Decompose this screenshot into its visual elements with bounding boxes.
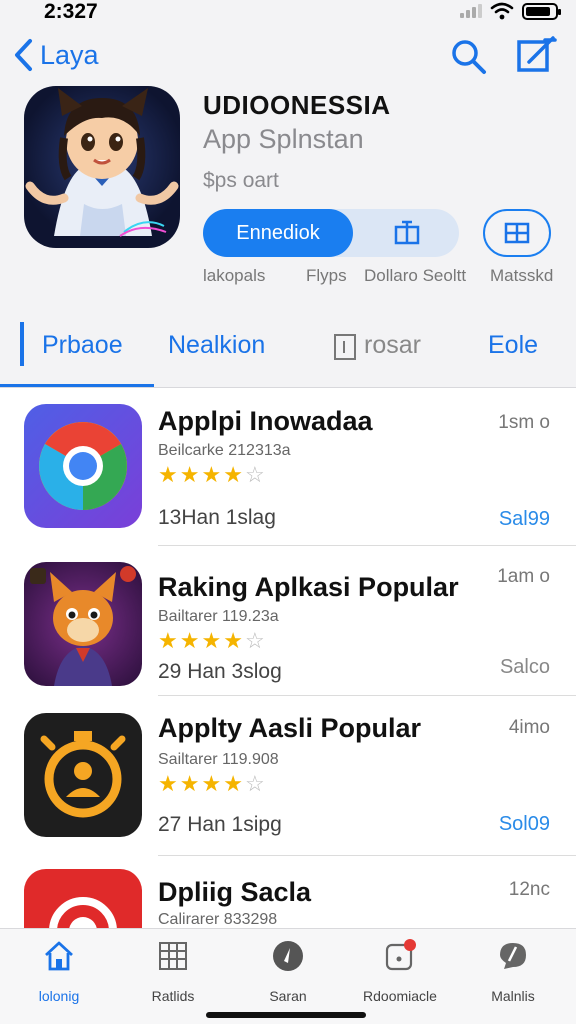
tab-nealkion[interactable]: Nealkion bbox=[168, 331, 265, 360]
item-footer: 29 Han 3slog bbox=[158, 660, 282, 683]
app-title: UDIOONESSIA bbox=[203, 90, 391, 120]
grid-button[interactable] bbox=[483, 209, 551, 257]
status-time: 2:327 bbox=[44, 0, 98, 23]
signal-icon bbox=[460, 4, 482, 18]
home-indicator bbox=[206, 1012, 366, 1018]
tabbar-label: Rdoomiacle bbox=[363, 988, 437, 1004]
tab-prbaoe[interactable]: Prbaoe bbox=[42, 331, 123, 360]
item-subtitle: Bailtarer 119.23a bbox=[158, 608, 279, 625]
home-icon bbox=[45, 941, 73, 971]
tabbar-item-messages[interactable]: Malnlis bbox=[458, 939, 568, 1004]
meta-label-1: lakopals bbox=[203, 266, 266, 285]
tabbar-item-notifications[interactable]: Rdoomiacle bbox=[345, 939, 455, 1004]
red-app-icon bbox=[24, 869, 142, 929]
battery-icon bbox=[522, 2, 561, 20]
item-time: 1am o bbox=[497, 566, 550, 587]
item-action-button[interactable]: Sal99 bbox=[499, 508, 550, 531]
tabbar-item-search[interactable]: Saran bbox=[233, 939, 343, 1004]
row-separator bbox=[158, 695, 576, 696]
item-footer: 27 Han 1sipg bbox=[158, 813, 282, 836]
back-label: Laya bbox=[40, 39, 99, 70]
bottom-tab-bar: lolonig Ratlids Saran Rdoomiacle Malnlis bbox=[0, 928, 576, 1024]
item-action-button[interactable]: Sol09 bbox=[499, 813, 550, 836]
tab-divider bbox=[0, 387, 576, 388]
tabbar-label: Saran bbox=[269, 988, 307, 1004]
chat-bubble-icon bbox=[500, 943, 526, 969]
grid-icon bbox=[504, 222, 530, 244]
meta-label-3: Dollaro Seoltt bbox=[364, 266, 467, 285]
item-action-button[interactable]: Salco bbox=[500, 656, 550, 679]
notification-icon bbox=[385, 939, 416, 971]
compose-icon[interactable] bbox=[515, 36, 559, 76]
action-pill: Ennediok bbox=[203, 209, 459, 257]
item-time: 12nc bbox=[508, 879, 550, 900]
compass-icon bbox=[273, 941, 303, 971]
item-subtitle: Sailtarer 119.908 bbox=[158, 751, 279, 768]
item-footer: 13Han 1slag bbox=[158, 506, 276, 529]
search-icon[interactable] bbox=[448, 36, 488, 76]
get-button[interactable]: Ennediok bbox=[203, 209, 353, 257]
meta-label-4: Matsskd bbox=[490, 266, 554, 285]
back-button[interactable]: Laya bbox=[12, 38, 99, 72]
item-subtitle: Calirarer 833298 bbox=[158, 911, 278, 928]
tab-eole[interactable]: Eole bbox=[488, 331, 538, 360]
star-rating: ★ ★ ★ ★ ☆ bbox=[158, 462, 265, 487]
chevron-left-icon bbox=[15, 39, 32, 71]
row-separator bbox=[158, 545, 576, 546]
meta-label-2: Flyps bbox=[306, 266, 347, 285]
star-rating: ★ ★ ★ ★ ☆ bbox=[158, 771, 265, 796]
app-icon bbox=[24, 86, 180, 248]
tabbar-item-home[interactable]: lolonig bbox=[4, 939, 114, 1004]
tabbar-item-ratings[interactable]: Ratlids bbox=[118, 939, 228, 1004]
item-subtitle: Beilcarke 212313a bbox=[158, 442, 291, 459]
tabbar-label: lolonig bbox=[38, 988, 80, 1004]
share-icon[interactable] bbox=[393, 219, 421, 247]
tabbar-label: Ratlids bbox=[151, 988, 195, 1004]
app-subtitle: App Splnstan bbox=[203, 124, 364, 154]
table-icon bbox=[159, 942, 187, 970]
row-separator bbox=[158, 855, 576, 856]
tab-rosar[interactable]: rosar bbox=[364, 331, 421, 360]
app-price: $ps oart bbox=[203, 169, 279, 192]
box-icon bbox=[334, 334, 356, 360]
cat-girl-character-icon bbox=[25, 88, 179, 237]
tabbar-label: Malnlis bbox=[491, 988, 535, 1004]
item-title: Raking Aplkasi Popular bbox=[158, 572, 459, 602]
tab-active-indicator bbox=[20, 322, 24, 366]
fox-character-icon bbox=[24, 562, 142, 686]
item-time: 1sm o bbox=[498, 412, 550, 433]
item-title: Applty Aasli Popular bbox=[158, 713, 422, 743]
star-rating: ★ ★ ★ ★ ☆ bbox=[158, 628, 265, 653]
item-title: Dpliig Sacla bbox=[158, 877, 312, 907]
status-icons bbox=[460, 2, 561, 20]
item-title: Applpi Inowadaa bbox=[158, 406, 373, 436]
timer-user-icon bbox=[24, 713, 142, 837]
chrome-like-icon bbox=[24, 404, 142, 528]
wifi-icon bbox=[490, 2, 514, 20]
item-time: 4imo bbox=[508, 717, 550, 738]
